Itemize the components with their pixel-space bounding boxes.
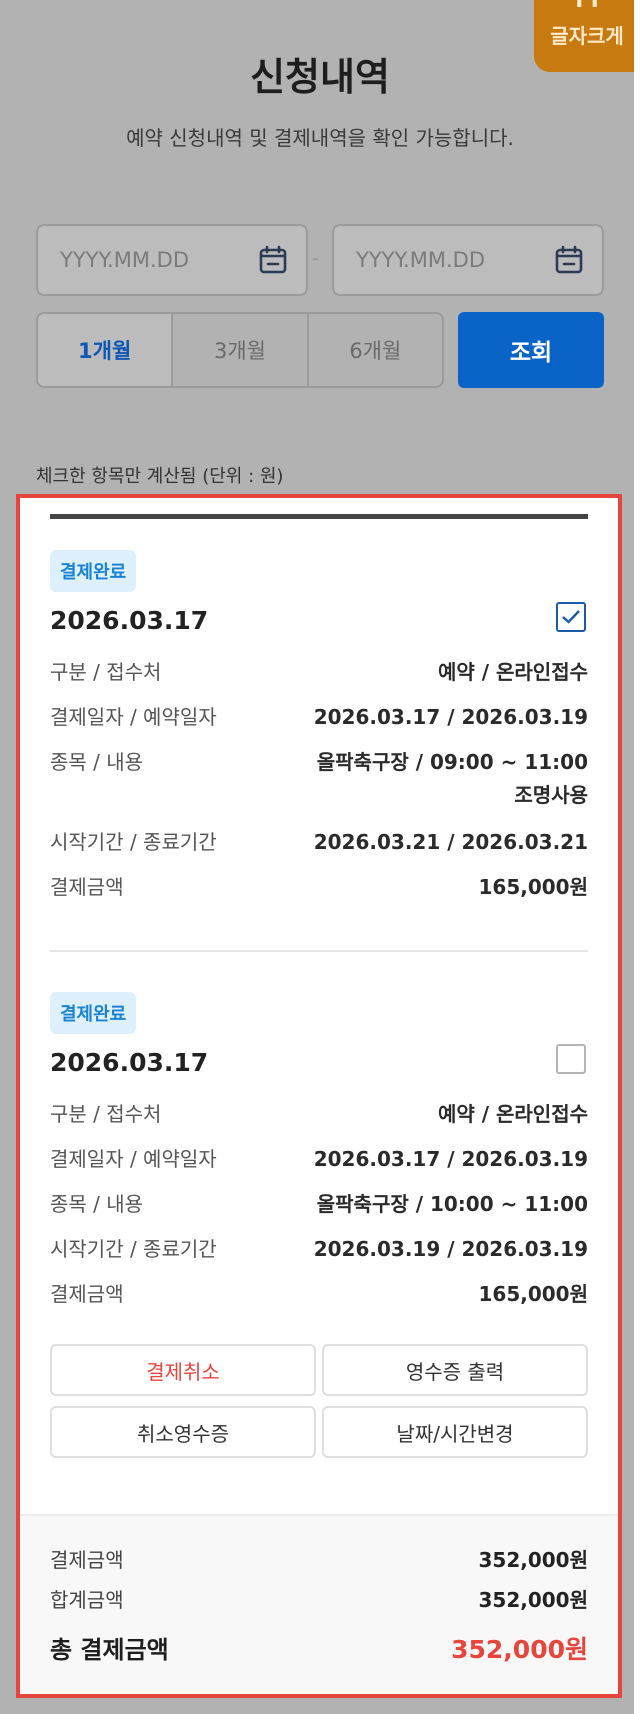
page-subtitle: 예약 신청내역 및 결제내역을 확인 가능합니다. [126, 126, 514, 150]
detail-label: 결제일자 / 예약일자 [50, 1147, 217, 1171]
entry-divider [50, 950, 588, 952]
detail-label: 시작기간 / 종료기간 [50, 830, 217, 854]
detail-label: 구분 / 접수처 [50, 660, 162, 684]
calculation-note: 체크한 항목만 계산됨 (단위 : 원) [36, 466, 284, 487]
calendar-icon[interactable] [554, 245, 584, 275]
payment-summary: 결제금액 352,000원 합계금액 352,000원 총 결제금액 352,0… [20, 1514, 618, 1694]
summary-label: 합계금액 [50, 1588, 124, 1612]
text-size-icon: TT [571, 0, 603, 13]
summary-value: 352,000원 [478, 1588, 589, 1612]
period-1-month[interactable]: 1개월 [38, 314, 172, 386]
detail-label: 종목 / 내용 [50, 1192, 144, 1216]
period-6-months[interactable]: 6개월 [306, 314, 442, 386]
calendar-icon[interactable] [258, 245, 288, 275]
detail-value: 2026.03.21 / 2026.03.21 [313, 830, 588, 854]
date-range-separator: - [312, 246, 320, 270]
screen-edge [634, 0, 640, 1714]
detail-value-extra: 조명사용 [514, 783, 588, 807]
detail-label: 결제금액 [50, 875, 124, 899]
cancel-payment-button[interactable]: 결제취소 [50, 1344, 316, 1396]
detail-label: 구분 / 접수처 [50, 1102, 162, 1126]
history-panel: 결제완료 2026.03.17 구분 / 접수처 예약 / 온라인접수 결제일자… [16, 494, 622, 1698]
detail-label: 시작기간 / 종료기간 [50, 1237, 217, 1261]
entry-checkbox[interactable] [556, 1044, 586, 1074]
status-badge: 결제완료 [50, 992, 137, 1034]
period-selector: 1개월 3개월 6개월 [36, 312, 444, 388]
entry-date: 2026.03.17 [50, 606, 209, 635]
print-receipt-button[interactable]: 영수증 출력 [322, 1344, 588, 1396]
search-button[interactable]: 조회 [458, 312, 604, 388]
detail-value: 올팍축구장 / 09:00 ~ 11:00 [316, 750, 588, 774]
start-date-input[interactable] [58, 247, 258, 273]
entry-date: 2026.03.17 [50, 1048, 209, 1077]
detail-value: 2026.03.19 / 2026.03.19 [313, 1237, 588, 1261]
end-date-input[interactable] [354, 247, 554, 273]
detail-value: 2026.03.17 / 2026.03.19 [313, 1147, 588, 1171]
status-badge: 결제완료 [50, 550, 137, 592]
entry-checkbox[interactable] [556, 602, 586, 632]
cancel-receipt-button[interactable]: 취소영수증 [50, 1406, 316, 1458]
font-size-label: 글자크게 [550, 24, 624, 48]
period-3-months[interactable]: 3개월 [171, 314, 306, 386]
detail-value: 165,000원 [478, 875, 589, 899]
detail-value: 2026.03.17 / 2026.03.19 [313, 705, 588, 729]
check-icon [562, 610, 580, 624]
detail-value: 165,000원 [478, 1282, 589, 1306]
detail-value: 예약 / 온라인접수 [437, 1102, 588, 1126]
start-date-field[interactable] [36, 224, 308, 296]
end-date-field[interactable] [332, 224, 604, 296]
total-label: 총 결제금액 [50, 1636, 169, 1664]
app-screen: TT 글자크게 신청내역 예약 신청내역 및 결제내역을 확인 가능합니다. -… [0, 0, 640, 1714]
detail-value: 예약 / 온라인접수 [437, 660, 588, 684]
summary-value: 352,000원 [478, 1548, 589, 1572]
total-value: 352,000원 [451, 1635, 588, 1664]
change-datetime-button[interactable]: 날짜/시간변경 [322, 1406, 588, 1458]
detail-label: 결제일자 / 예약일자 [50, 705, 217, 729]
detail-label: 종목 / 내용 [50, 750, 144, 774]
panel-top-rule [50, 514, 588, 519]
page-title: 신청내역 [250, 55, 390, 99]
summary-label: 결제금액 [50, 1548, 124, 1572]
detail-value: 올팍축구장 / 10:00 ~ 11:00 [316, 1192, 588, 1216]
detail-label: 결제금액 [50, 1282, 124, 1306]
